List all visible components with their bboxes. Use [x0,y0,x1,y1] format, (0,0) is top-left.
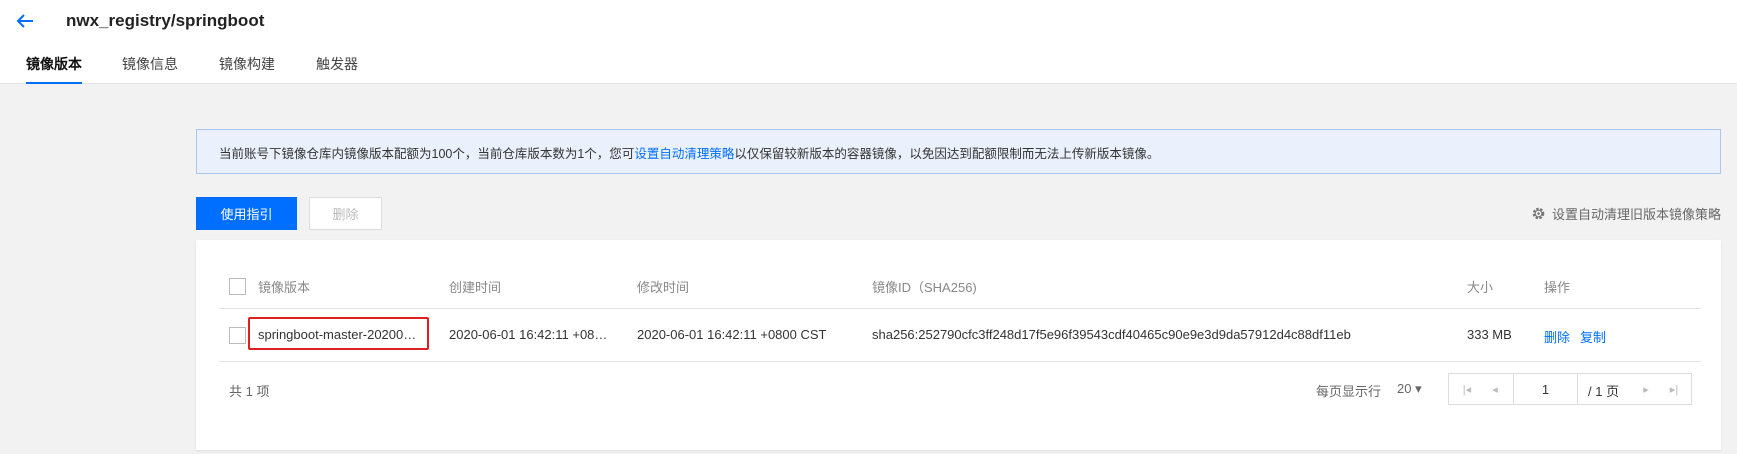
tab-image-versions[interactable]: 镜像版本 [26,54,82,84]
prev-page-icon[interactable]: ◂ [1481,374,1509,404]
row-delete-link[interactable]: 删除 [1544,327,1570,346]
cleanup-policy-label: 设置自动清理旧版本镜像策略 [1551,207,1721,222]
last-page-icon[interactable]: ▸| [1660,374,1688,404]
page-header: nwx_registry/springboot 镜像版本 镜像信息 镜像构建 触… [0,0,1737,84]
first-page-icon[interactable]: |◂ [1453,374,1481,404]
header-ops: 操作 [1544,280,1571,295]
gear-icon [1532,207,1545,220]
select-all-checkbox[interactable] [229,278,246,295]
row-copy-link[interactable]: 复制 [1580,327,1606,346]
header-image-id: 镜像ID（SHA256) [872,280,977,295]
pagination: |◂ ◂ / 1 页 ▸ ▸| [1448,373,1692,405]
notice-text-before: 当前账号下镜像仓库内镜像版本配额为100个，当前仓库版本数为1个，您可 [219,147,635,161]
tab-image-build[interactable]: 镜像构建 [219,54,275,84]
tab-image-info[interactable]: 镜像信息 [122,54,178,84]
tab-triggers[interactable]: 触发器 [316,54,358,84]
page-title: nwx_registry/springboot [66,11,265,30]
row-modified: 2020-06-01 16:42:11 +0800 CST [637,327,827,342]
usage-guide-button[interactable]: 使用指引 [196,197,297,230]
header-modified: 修改时间 [637,280,690,295]
next-page-icon[interactable]: ▸ [1632,374,1660,404]
total-pages: / 1 页 [1588,384,1620,399]
row-image-id: sha256:252790cfc3ff248d17f5e96f39543cdf4… [872,327,1351,342]
notice-text-after: 以仅保留较新版本的容器镜像，以免因达到配额限制而无法上传新版本镜像。 [734,147,1160,161]
row-size: 333 MB [1467,327,1512,342]
header-divider [219,308,1701,309]
header-created: 创建时间 [449,280,502,295]
header-version: 镜像版本 [258,280,311,295]
notice-cleanup-link[interactable]: 设置自动清理策略 [634,147,734,161]
total-count: 共 1 项 [229,384,270,399]
quota-notice: 当前账号下镜像仓库内镜像版本配额为100个，当前仓库版本数为1个，您可设置自动清… [196,129,1721,174]
cleanup-policy-link[interactable]: 设置自动清理旧版本镜像策略 [1531,204,1721,223]
row-version[interactable]: springboot-master-20200… [258,327,416,342]
row-divider [219,361,1701,362]
row-created: 2020-06-01 16:42:11 +08… [449,327,608,342]
back-arrow-icon[interactable] [14,10,36,32]
row-checkbox[interactable] [229,327,246,344]
image-version-table: 镜像版本 创建时间 修改时间 镜像ID（SHA256) 大小 操作 spring… [196,240,1721,450]
page-input[interactable] [1513,374,1578,404]
delete-button[interactable]: 删除 [309,197,382,230]
header-size: 大小 [1467,280,1494,295]
per-page-label: 每页显示行 [1316,384,1382,399]
per-page-select[interactable]: 20 ▾ [1397,381,1422,397]
